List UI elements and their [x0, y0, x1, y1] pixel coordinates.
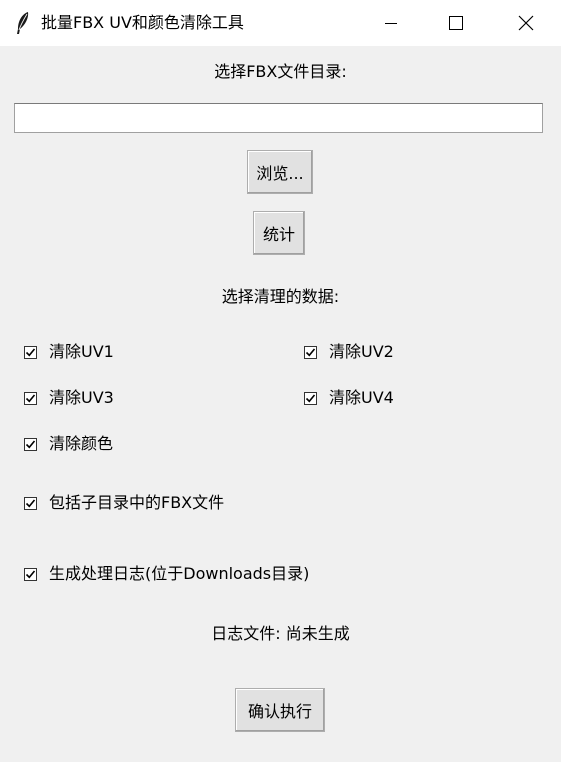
checkbox-box[interactable] [304, 345, 317, 359]
maximize-button[interactable] [428, 0, 484, 46]
close-button[interactable] [498, 0, 554, 46]
checkmark-icon [25, 347, 36, 356]
checkbox-box[interactable] [24, 345, 37, 359]
clean-data-label: 选择清理的数据: [221, 287, 340, 306]
checkmark-icon [25, 569, 36, 578]
checkmark-icon [305, 347, 316, 356]
minimize-button[interactable] [363, 0, 419, 46]
checkbox-box[interactable] [24, 567, 37, 581]
directory-label: 选择FBX文件目录: [214, 62, 347, 81]
generate-log-checkbox[interactable]: 生成处理日志(位于Downloads目录) [24, 562, 309, 586]
feather-icon [14, 11, 32, 35]
log-file-status: 日志文件: 尚未生成 [211, 624, 350, 643]
clear-uv4-label: 清除UV4 [329, 388, 394, 407]
maximize-icon [449, 16, 463, 30]
close-icon [518, 15, 534, 31]
confirm-run-button[interactable]: 确认执行 [235, 688, 325, 732]
clear-uv3-checkbox[interactable]: 清除UV3 [24, 386, 114, 410]
checkbox-box[interactable] [24, 496, 37, 510]
checkmark-icon [25, 498, 36, 507]
window-title: 批量FBX UV和颜色清除工具 [41, 13, 244, 32]
include-subdirs-checkbox[interactable]: 包括子目录中的FBX文件 [24, 491, 224, 515]
checkmark-icon [25, 393, 36, 402]
checkbox-box[interactable] [24, 437, 37, 451]
clear-uv1-label: 清除UV1 [49, 342, 114, 361]
title-bar[interactable]: 批量FBX UV和颜色清除工具 [0, 0, 561, 46]
clear-color-checkbox[interactable]: 清除颜色 [24, 432, 113, 456]
clear-uv2-label: 清除UV2 [329, 342, 394, 361]
include-subdirs-label: 包括子目录中的FBX文件 [49, 493, 225, 512]
checkmark-icon [305, 393, 316, 402]
clear-color-label: 清除颜色 [49, 434, 114, 453]
minimize-icon [385, 23, 397, 24]
generate-log-label: 生成处理日志(位于Downloads目录) [49, 564, 310, 583]
clear-uv3-label: 清除UV3 [49, 388, 114, 407]
directory-path-input[interactable] [14, 103, 543, 133]
browse-button[interactable]: 浏览... [247, 150, 313, 194]
checkbox-box[interactable] [304, 391, 317, 405]
checkmark-icon [25, 439, 36, 448]
clear-uv4-checkbox[interactable]: 清除UV4 [304, 386, 394, 410]
stats-button[interactable]: 统计 [253, 211, 305, 255]
clear-uv2-checkbox[interactable]: 清除UV2 [304, 340, 394, 364]
clear-uv1-checkbox[interactable]: 清除UV1 [24, 340, 114, 364]
checkbox-box[interactable] [24, 391, 37, 405]
